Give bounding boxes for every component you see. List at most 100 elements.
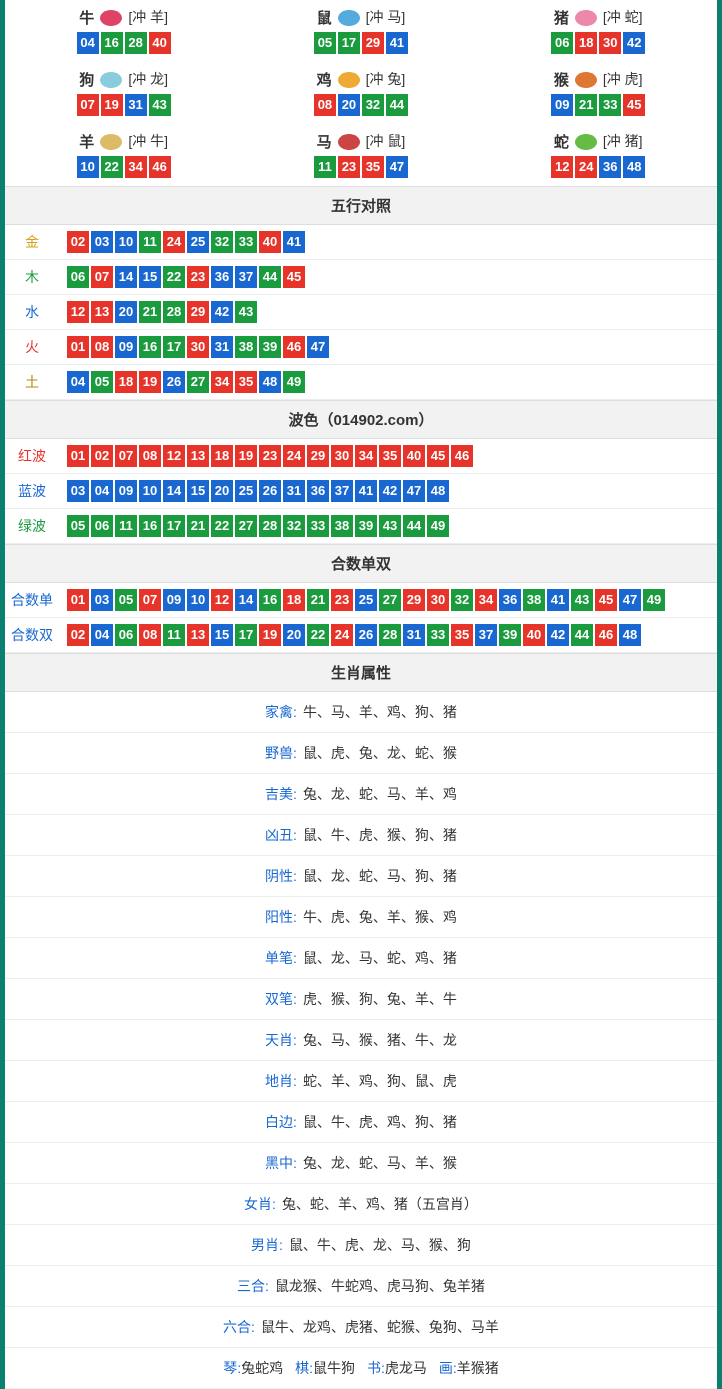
zodiac-header: 羊 [冲 牛] [5,130,242,152]
number-ball: 43 [149,94,171,116]
number-ball: 46 [149,156,171,178]
zodiac-clash: [冲 马] [366,7,406,27]
attr-label: 阴性: [265,866,297,886]
attr-value: 牛、虎、兔、羊、猴、鸡 [303,907,457,927]
number-ball: 04 [91,480,113,502]
zodiac-header: 马 [冲 鼠] [242,130,479,152]
number-ball: 30 [187,336,209,358]
zodiac-icon [96,6,126,28]
number-ball: 19 [235,445,257,467]
number-ball: 12 [551,156,573,178]
number-ball: 18 [211,445,233,467]
row-numbers: 0108091617303138394647 [59,336,717,358]
number-ball: 04 [91,624,113,646]
number-ball: 01 [67,336,89,358]
attr-row: 单笔:鼠、龙、马、蛇、鸡、猪 [5,938,717,979]
number-ball: 07 [91,266,113,288]
number-ball: 11 [163,624,185,646]
attr-row: 黑中:兔、龙、蛇、马、羊、猴 [5,1143,717,1184]
zodiac-numbers: 12243648 [480,156,717,178]
number-ball: 42 [547,624,569,646]
number-ball: 11 [139,231,161,253]
number-ball: 26 [355,624,377,646]
attr-value: 兔、蛇、羊、鸡、猪（五宫肖） [282,1194,478,1214]
number-ball: 27 [379,589,401,611]
zodiac-cell: 马 [冲 鼠] 11233547 [242,124,479,186]
number-ball: 14 [235,589,257,611]
row-label: 金 [5,232,59,252]
attr-row: 地肖:蛇、羊、鸡、狗、鼠、虎 [5,1061,717,1102]
number-ball: 18 [283,589,305,611]
number-ball: 26 [163,371,185,393]
row-numbers: 03040910141520252631363741424748 [59,480,717,502]
number-ball: 41 [283,231,305,253]
row-label: 合数双 [5,625,59,645]
zodiac-clash: [冲 羊] [128,7,168,27]
number-ball: 22 [163,266,185,288]
section-header-heshu: 合数单双 [5,544,717,583]
number-ball: 28 [125,32,147,54]
zodiac-name: 马 [317,131,332,152]
zodiac-clash: [冲 龙] [128,69,168,89]
attr-label: 双笔: [265,989,297,1009]
row-numbers: 05061116172122272832333839434449 [59,515,717,537]
attr-label: 吉美: [265,784,297,804]
number-ball: 45 [595,589,617,611]
number-ball: 32 [211,231,233,253]
number-ball: 15 [211,624,233,646]
number-ball: 12 [67,301,89,323]
zodiac-name: 鼠 [317,7,332,28]
number-ball: 18 [575,32,597,54]
attr-label: 野兽: [265,743,297,763]
table-row: 土 04051819262734354849 [5,365,717,400]
number-ball: 40 [403,445,425,467]
row-numbers: 06071415222336374445 [59,266,717,288]
number-ball: 40 [259,231,281,253]
number-ball: 22 [307,624,329,646]
number-ball: 31 [211,336,233,358]
number-ball: 35 [235,371,257,393]
number-ball: 48 [619,624,641,646]
zodiac-cell: 猪 [冲 蛇] 06183042 [480,0,717,62]
number-ball: 03 [91,589,113,611]
number-ball: 20 [338,94,360,116]
number-ball: 17 [235,624,257,646]
zodiac-icon [334,68,364,90]
number-ball: 36 [499,589,521,611]
number-ball: 28 [379,624,401,646]
number-ball: 16 [101,32,123,54]
row-label: 水 [5,302,59,322]
attr-label: 凶丑: [265,825,297,845]
number-ball: 43 [571,589,593,611]
number-ball: 48 [259,371,281,393]
number-ball: 34 [475,589,497,611]
number-ball: 39 [355,515,377,537]
number-ball: 47 [386,156,408,178]
attr-label: 女肖: [244,1194,276,1214]
number-ball: 05 [314,32,336,54]
number-ball: 32 [451,589,473,611]
number-ball: 24 [575,156,597,178]
zodiac-numbers: 07193143 [5,94,242,116]
zodiac-icon [571,68,601,90]
number-ball: 30 [427,589,449,611]
number-ball: 36 [307,480,329,502]
number-ball: 40 [149,32,171,54]
wuxing-table: 金 02031011242532334041 木 060714152223363… [5,225,717,400]
number-ball: 27 [235,515,257,537]
attr-value: 牛、马、羊、鸡、狗、猪 [303,702,457,722]
attr-row: 六合:鼠牛、龙鸡、虎猪、蛇猴、兔狗、马羊 [5,1307,717,1348]
number-ball: 46 [595,624,617,646]
number-ball: 11 [115,515,137,537]
number-ball: 23 [338,156,360,178]
number-ball: 08 [139,445,161,467]
row-label: 土 [5,372,59,392]
zodiac-name: 猴 [554,69,569,90]
zodiac-header: 狗 [冲 龙] [5,68,242,90]
number-ball: 23 [331,589,353,611]
number-ball: 33 [427,624,449,646]
number-ball: 36 [599,156,621,178]
zodiac-cell: 鸡 [冲 兔] 08203244 [242,62,479,124]
attr-value: 蛇、羊、鸡、狗、鼠、虎 [303,1071,457,1091]
zodiac-header: 猪 [冲 蛇] [480,6,717,28]
